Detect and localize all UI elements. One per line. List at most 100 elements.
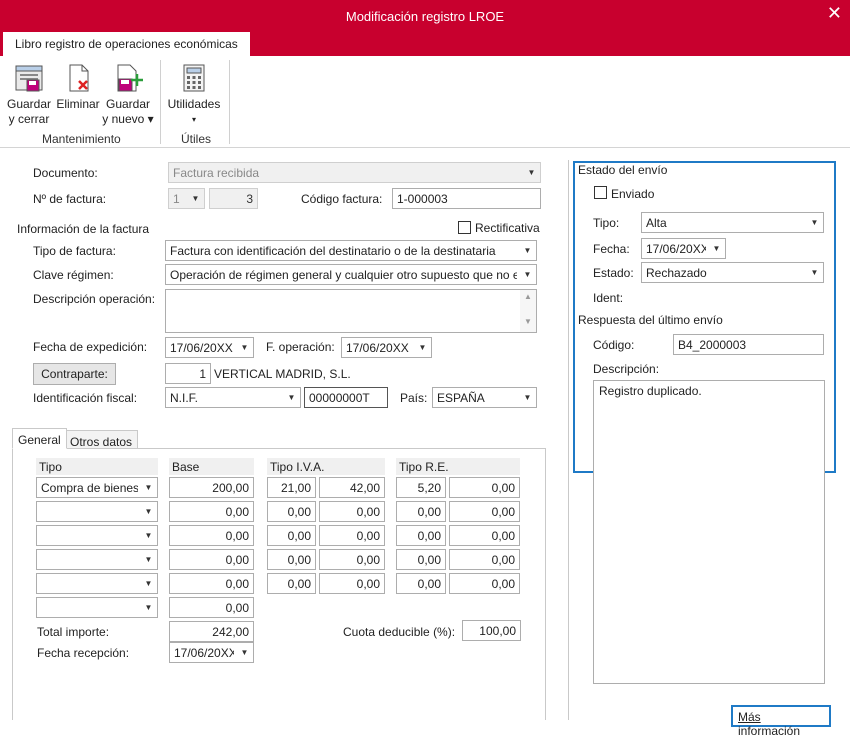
grid-cell-base[interactable]: 0,00 bbox=[169, 501, 254, 522]
envio-tipo-select[interactable]: Alta ▼ bbox=[641, 212, 824, 233]
scroll-down-icon[interactable]: ▼ bbox=[520, 317, 536, 326]
grid-cell-base[interactable]: 0,00 bbox=[169, 549, 254, 570]
fecha-expedicion-value: 17/06/20XX bbox=[170, 341, 233, 355]
save-new-button[interactable]: Guardar y nuevo ▾ bbox=[102, 62, 154, 127]
grid-cell-iva-pct[interactable]: 0,00 bbox=[267, 501, 316, 522]
grid-row-tipo-select[interactable]: ▼ bbox=[36, 501, 158, 522]
ident-fiscal-type-value: N.I.F. bbox=[170, 391, 199, 405]
fecha-recepcion-picker[interactable]: 17/06/20XX ▼ bbox=[169, 642, 254, 663]
rectificativa-label: Rectificativa bbox=[475, 221, 540, 235]
chevron-down-icon: ▼ bbox=[519, 241, 536, 260]
fecha-expedicion-label: Fecha de expedición: bbox=[33, 340, 148, 354]
pais-value: ESPAÑA bbox=[437, 391, 485, 405]
tab-otros-datos[interactable]: Otros datos bbox=[64, 430, 139, 449]
fecha-recepcion-label: Fecha recepción: bbox=[37, 646, 130, 660]
f-operacion-picker[interactable]: 17/06/20XX ▼ bbox=[341, 337, 432, 358]
delete-button[interactable]: Eliminar bbox=[55, 62, 101, 112]
grid-cell-base[interactable]: 0,00 bbox=[169, 597, 254, 618]
contraparte-button[interactable]: Contraparte: bbox=[33, 363, 116, 385]
tipo-factura-value: Factura con identificación del destinata… bbox=[170, 244, 496, 258]
ident-fiscal-type-select[interactable]: N.I.F. ▼ bbox=[165, 387, 301, 408]
utilities-button[interactable]: Utilidades ▾ bbox=[166, 62, 222, 127]
f-operacion-label: F. operación: bbox=[266, 340, 335, 354]
grid-cell-re-pct[interactable]: 0,00 bbox=[396, 501, 446, 522]
grid-cell-re[interactable]: 0,00 bbox=[449, 525, 520, 546]
ident-fiscal-input[interactable]: 00000000T bbox=[304, 387, 388, 408]
envio-estado-select[interactable]: Rechazado ▼ bbox=[641, 262, 824, 283]
grid-cell-iva[interactable]: 0,00 bbox=[319, 501, 385, 522]
info-factura-heading: Información de la factura bbox=[17, 222, 150, 236]
respuesta-codigo-input[interactable]: B4_2000003 bbox=[673, 334, 824, 355]
chevron-down-icon: ▼ bbox=[519, 265, 536, 284]
grid-cell-re-pct[interactable]: 0,00 bbox=[396, 573, 446, 594]
codigo-factura-input[interactable]: 1-000003 bbox=[392, 188, 541, 209]
grid-cell-base[interactable]: 200,00 bbox=[169, 477, 254, 498]
pais-select[interactable]: ESPAÑA ▼ bbox=[432, 387, 537, 408]
grid-cell-iva-pct[interactable]: 0,00 bbox=[267, 573, 316, 594]
clave-regimen-select[interactable]: Operación de régimen general y cualquier… bbox=[165, 264, 537, 285]
grid-cell-iva[interactable]: 42,00 bbox=[319, 477, 385, 498]
grid-row-tipo-select[interactable]: ▼ bbox=[36, 573, 158, 594]
grid-cell-re[interactable]: 0,00 bbox=[449, 501, 520, 522]
grid-cell-re[interactable]: 0,00 bbox=[449, 477, 520, 498]
grid-cell-base[interactable]: 0,00 bbox=[169, 525, 254, 546]
grid-cell-re[interactable]: 0,00 bbox=[449, 573, 520, 594]
chevron-down-icon: ▼ bbox=[519, 388, 536, 407]
mas-informacion-button[interactable]: Más información bbox=[731, 705, 831, 736]
f-operacion-value: 17/06/20XX bbox=[346, 341, 409, 355]
envio-fecha-picker[interactable]: 17/06/20XX ▼ bbox=[641, 238, 726, 259]
chevron-down-icon: ▼ bbox=[140, 550, 157, 569]
contraparte-number-input[interactable]: 1 bbox=[165, 363, 211, 384]
chevron-down-icon: ▼ bbox=[414, 338, 431, 357]
save-close-button[interactable]: Guardar y cerrar bbox=[6, 62, 52, 127]
grid-row-tipo-select[interactable]: ▼ bbox=[36, 549, 158, 570]
num-factura-label: Nº de factura: bbox=[33, 192, 107, 206]
tipo-factura-select[interactable]: Factura con identificación del destinata… bbox=[165, 240, 537, 261]
save-close-label-1: Guardar bbox=[6, 97, 52, 111]
ribbon-tab[interactable]: Libro registro de operaciones económicas bbox=[3, 32, 250, 56]
chevron-down-icon: ▼ bbox=[283, 388, 300, 407]
respuesta-codigo-label: Código: bbox=[593, 338, 635, 352]
chevron-down-icon: ▼ bbox=[236, 338, 253, 357]
grid-cell-re-pct[interactable]: 0,00 bbox=[396, 549, 446, 570]
cuota-deducible-input[interactable]: 100,00 bbox=[462, 620, 521, 641]
grid-row-tipo-select[interactable]: Compra de bienes ▼ bbox=[36, 477, 158, 498]
grid-cell-iva[interactable]: 0,00 bbox=[319, 549, 385, 570]
grid-cell-re-pct[interactable]: 0,00 bbox=[396, 525, 446, 546]
group-tools-label: Útiles bbox=[181, 132, 212, 146]
grid-row-tipo-select[interactable]: ▼ bbox=[36, 597, 158, 618]
save-new-label-1: Guardar bbox=[105, 97, 151, 111]
grid-row-tipo-select[interactable]: ▼ bbox=[36, 525, 158, 546]
descripcion-op-textarea[interactable] bbox=[165, 289, 537, 333]
clave-regimen-value: Operación de régimen general y cualquier… bbox=[170, 268, 517, 282]
save-close-label-2: y cerrar bbox=[8, 112, 50, 126]
grid-cell-iva[interactable]: 0,00 bbox=[319, 525, 385, 546]
respuesta-descripcion-textarea[interactable]: Registro duplicado. bbox=[593, 380, 825, 684]
chevron-down-icon: ▼ bbox=[140, 478, 157, 497]
envio-fecha-value: 17/06/20XX bbox=[646, 242, 706, 256]
textarea-scrollbar[interactable]: ▲ ▼ bbox=[520, 290, 536, 332]
enviado-checkbox[interactable] bbox=[594, 186, 607, 199]
grid-cell-re-pct[interactable]: 5,20 bbox=[396, 477, 446, 498]
grid-cell-iva-pct[interactable]: 21,00 bbox=[267, 477, 316, 498]
documento-select: Factura recibida ▼ bbox=[168, 162, 541, 183]
scroll-up-icon[interactable]: ▲ bbox=[520, 292, 536, 301]
grid-cell-iva[interactable]: 0,00 bbox=[319, 573, 385, 594]
grid-cell-iva-pct[interactable]: 0,00 bbox=[267, 525, 316, 546]
respuesta-descripcion-label: Descripción: bbox=[593, 362, 660, 376]
chevron-down-icon: ▼ bbox=[806, 263, 823, 282]
chevron-down-icon: ▼ bbox=[708, 239, 725, 258]
save-new-icon bbox=[117, 64, 143, 92]
grid-cell-iva-pct[interactable]: 0,00 bbox=[267, 549, 316, 570]
close-icon[interactable]: ✕ bbox=[827, 3, 842, 24]
fecha-expedicion-picker[interactable]: 17/06/20XX ▼ bbox=[165, 337, 254, 358]
grid-header-tipo-iva: Tipo I.V.A. bbox=[267, 458, 385, 475]
grid-cell-re[interactable]: 0,00 bbox=[449, 549, 520, 570]
tab-general[interactable]: General bbox=[12, 428, 67, 449]
ribbon-separator bbox=[160, 60, 161, 144]
grid-header-base: Base bbox=[169, 458, 254, 475]
rectificativa-checkbox[interactable] bbox=[458, 221, 471, 234]
grid-row-tipo-value: Compra de bienes bbox=[41, 481, 138, 495]
delete-label: Eliminar bbox=[56, 97, 100, 111]
grid-cell-base[interactable]: 0,00 bbox=[169, 573, 254, 594]
